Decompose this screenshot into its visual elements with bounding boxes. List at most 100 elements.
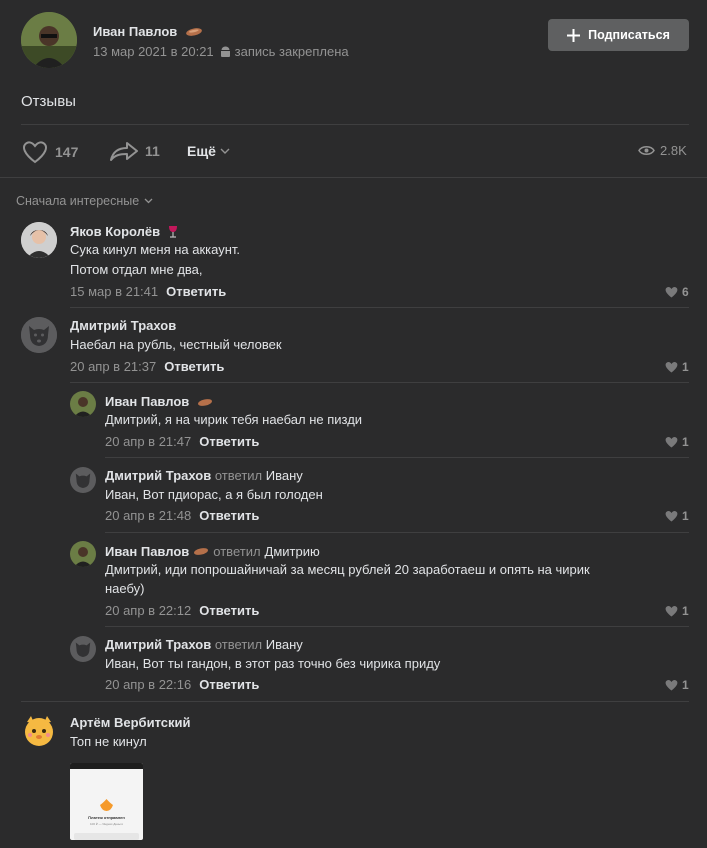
reply-header: Дмитрий Трахов ответил Ивану [105, 637, 303, 652]
reply-footer: 20 апр в 22:12 Ответить [105, 603, 259, 618]
reply-button[interactable]: Ответить [199, 677, 259, 692]
reply-date[interactable]: 20 апр в 21:47 [105, 434, 191, 449]
reply-date[interactable]: 20 апр в 22:16 [105, 677, 191, 692]
share-count: 11 [145, 143, 160, 159]
subscribe-label: Подписаться [588, 28, 670, 42]
post-date[interactable]: 13 мар 2021 в 20:21 [93, 44, 214, 59]
comment-like-button[interactable]: 1 [665, 509, 689, 523]
reply-author[interactable]: Дмитрий Трахов [105, 637, 211, 652]
reply-button[interactable]: Ответить [199, 434, 259, 449]
comment-text-line: Топ не кинул [70, 734, 147, 749]
comment-footer: 15 мар в 21:41 Ответить [70, 284, 226, 299]
comment-like-button[interactable]: 1 [665, 604, 689, 618]
comment-like-button[interactable]: 1 [665, 678, 689, 692]
comment-text-line: Потом отдал мне два, [70, 262, 203, 277]
reply-avatar[interactable] [70, 391, 96, 417]
eye-icon [638, 145, 655, 156]
heart-icon [665, 361, 678, 373]
divider [0, 177, 707, 178]
reply-footer: 20 апр в 21:47 Ответить [105, 434, 259, 449]
like-count: 147 [55, 144, 79, 160]
replied-word: ответил [214, 637, 263, 652]
author-avatar[interactable] [21, 12, 77, 68]
comments-sort-dropdown[interactable]: Сначала интересные [16, 194, 153, 208]
more-button[interactable]: Ещё [187, 143, 230, 159]
default-avatar-icon[interactable] [21, 317, 57, 353]
divider [105, 457, 689, 458]
reply-author[interactable]: Дмитрий Трахов [105, 468, 211, 483]
divider [70, 307, 689, 308]
reply-text-line: Дмитрий, иди попрошайничай за месяц рубл… [105, 562, 590, 577]
comment-like-count: 1 [682, 604, 689, 618]
reply-header: Дмитрий Трахов ответил Ивану [105, 468, 303, 483]
sort-label: Сначала интересные [16, 194, 140, 208]
share-arrow-icon [109, 140, 139, 162]
default-avatar-icon[interactable] [70, 636, 96, 662]
commenter-avatar[interactable] [21, 713, 57, 749]
attachment-image[interactable]: Платеж отправлен 100 ₽ — Яндекс.Деньги [70, 763, 143, 840]
like-button[interactable]: 147 [21, 140, 78, 164]
wine-glass-emoji-icon [168, 225, 178, 241]
commenter-avatar[interactable] [21, 222, 57, 258]
comment-author[interactable]: Артём Вербитский [70, 715, 190, 730]
reply-date[interactable]: 20 апр в 21:48 [105, 508, 191, 523]
attachment-subtitle: 100 ₽ — Яндекс.Деньги [89, 822, 124, 826]
divider [21, 701, 689, 702]
android-icon [220, 46, 231, 58]
reply-text: Дмитрий, я на чирик тебя наебал не пизди [105, 412, 363, 427]
comment-author[interactable]: Яков Королёв [70, 224, 178, 241]
reply-button[interactable]: Ответить [199, 508, 259, 523]
comment-date[interactable]: 20 апр в 21:37 [70, 359, 156, 374]
view-count: 2.8K [660, 143, 687, 158]
comment-like-button[interactable]: 1 [665, 360, 689, 374]
chevron-down-icon [220, 148, 230, 154]
comment-author[interactable]: Дмитрий Трахов [70, 318, 176, 333]
reply-text: Иван, Вот пдиорас, а я был голоден [105, 487, 323, 502]
comment-like-button[interactable]: 6 [665, 285, 689, 299]
reply-footer: 20 апр в 21:48 Ответить [105, 508, 259, 523]
comment-footer: 20 апр в 21:37 Ответить [70, 359, 224, 374]
replied-word: ответил [214, 468, 263, 483]
divider [105, 532, 689, 533]
reply-header: Иван Павлов ответил Дмитрию [105, 544, 320, 559]
reply-text: Иван, Вот ты гандон, в этот раз точно бе… [105, 656, 441, 671]
subscribe-button[interactable]: Подписаться [548, 19, 689, 51]
reply-author[interactable]: Иван Павлов [105, 544, 189, 559]
heart-icon [665, 286, 678, 298]
share-button[interactable]: 11 [109, 140, 160, 162]
heart-icon [665, 510, 678, 522]
views: 2.8K [638, 143, 687, 158]
default-avatar-icon[interactable] [70, 467, 96, 493]
post-author-name[interactable]: Иван Павлов [93, 24, 203, 40]
reply-author[interactable]: Иван Павлов [105, 394, 213, 410]
comment-like-count: 1 [682, 360, 689, 374]
reply-avatar[interactable] [70, 541, 96, 567]
heart-icon [665, 679, 678, 691]
divider [70, 382, 689, 383]
payment-logo-icon [99, 799, 114, 814]
more-label: Ещё [187, 143, 216, 159]
plus-icon [567, 28, 581, 42]
comment-like-count: 1 [682, 509, 689, 523]
replied-to[interactable]: Ивану [266, 637, 303, 652]
heart-icon [665, 605, 678, 617]
reply-button[interactable]: Ответить [164, 359, 224, 374]
post-text: Отзывы [21, 93, 76, 110]
comment-text-line: Сука кинул меня на аккаунт. [70, 242, 241, 257]
divider [105, 626, 689, 627]
reply-date[interactable]: 20 апр в 22:12 [105, 603, 191, 618]
reply-footer: 20 апр в 22:16 Ответить [105, 677, 259, 692]
comment-date[interactable]: 15 мар в 21:41 [70, 284, 158, 299]
comment-like-button[interactable]: 1 [665, 435, 689, 449]
reply-text-line: наебу) [105, 581, 145, 596]
replied-to[interactable]: Дмитрию [265, 544, 320, 559]
replied-word: ответил [213, 544, 261, 559]
reply-button[interactable]: Ответить [166, 284, 226, 299]
post-meta: 13 мар 2021 в 20:21 запись закреплена [93, 44, 349, 59]
reply-button[interactable]: Ответить [199, 603, 259, 618]
sausage-emoji-icon [185, 25, 203, 40]
sausage-emoji-icon [197, 395, 213, 410]
heart-icon [665, 436, 678, 448]
chevron-down-icon [144, 198, 153, 204]
replied-to[interactable]: Ивану [266, 468, 303, 483]
